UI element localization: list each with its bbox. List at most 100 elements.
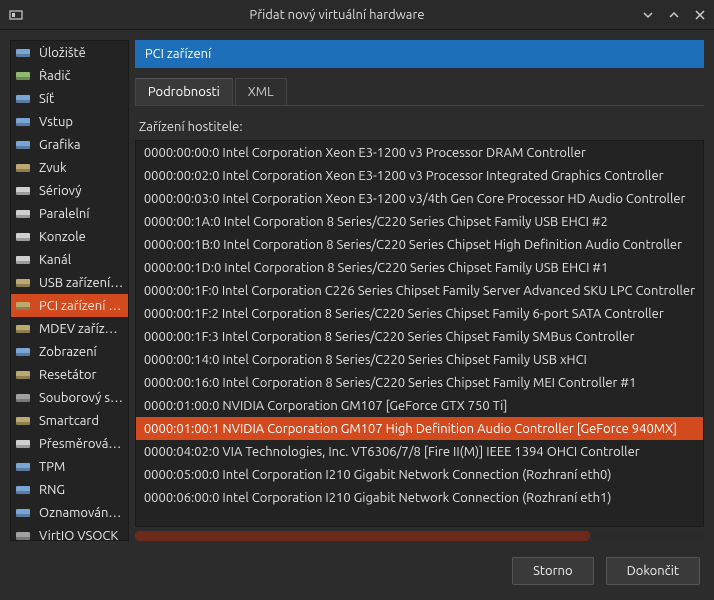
sidebar-item-console[interactable]: Konzole [11,225,128,248]
sidebar-item-label: VirtIO VSOCK [39,529,124,542]
device-row[interactable]: 0000:00:14:0 Intel Corporation 8 Series/… [136,348,703,371]
filesystem-icon [15,390,31,406]
cancel-button[interactable]: Storno [512,557,593,585]
main-area: Úložiště Řadič Síť Vstup Grafika Zvuk Sériový P… [0,30,714,551]
device-row[interactable]: 0000:00:02:0 Intel Corporation Xeon E3-1… [136,164,703,187]
sidebar-item-video[interactable]: Zobrazení [11,340,128,363]
sidebar-item-mdev[interactable]: MDEV zařízení hostitele [11,317,128,340]
controller-icon [15,68,31,84]
device-row[interactable]: 0000:00:03:0 Intel Corporation Xeon E3-1… [136,187,703,210]
device-row[interactable]: 0000:00:00:0 Intel Corporation Xeon E3-1… [136,141,703,164]
sidebar-item-label: Resetátor [39,368,124,382]
sidebar-item-label: Oznamování paniky [39,506,124,520]
usb-icon [15,275,31,291]
sidebar-item-disk[interactable]: Úložiště [11,41,128,64]
video-icon [15,344,31,360]
maximize-button[interactable] [668,9,680,21]
sidebar-item-tpm[interactable]: TPM [11,455,128,478]
device-row[interactable]: 0000:01:00:0 NVIDIA Corporation GM107 [G… [136,394,703,417]
sidebar-item-label: Přesměrování USB [39,437,124,451]
console-icon [15,229,31,245]
sidebar-item-label: TPM [39,460,124,474]
sidebar-item-filesystem[interactable]: Souborový systém [11,386,128,409]
sidebar-item-label: USB zařízení hostitele [39,276,124,290]
sidebar-item-panic[interactable]: Oznamování paniky [11,501,128,524]
finish-button[interactable]: Dokončit [606,557,700,585]
sidebar-item-label: Sériový [39,184,124,198]
tab-podrobnosti[interactable]: Podrobnosti [135,78,233,105]
sidebar-item-label: Smartcard [39,414,124,428]
device-row[interactable]: 0000:05:00:0 Intel Corporation I210 Giga… [136,463,703,486]
app-icon [8,7,24,23]
window-title: Přidat nový virtuální hardware [32,8,642,22]
device-row[interactable]: 0000:06:00:0 Intel Corporation I210 Giga… [136,486,703,509]
device-row[interactable]: 0000:04:02:0 VIA Technologies, Inc. VT63… [136,440,703,463]
device-row[interactable]: 0000:00:16:0 Intel Corporation 8 Series/… [136,371,703,394]
sidebar-item-label: RNG [39,483,124,497]
disk-icon [15,45,31,61]
sidebar-item-usbredir[interactable]: Přesměrování USB [11,432,128,455]
sidebar-item-channel[interactable]: Kanál [11,248,128,271]
sidebar-item-label: Síť [39,92,124,106]
dialog-footer: Storno Dokončit [0,551,714,590]
device-row[interactable]: 0000:00:1F:2 Intel Corporation 8 Series/… [136,302,703,325]
rng-icon [15,482,31,498]
sidebar-item-label: Souborový systém [39,391,124,405]
sidebar-item-label: Řadič [39,69,124,83]
channel-icon [15,252,31,268]
tab-bar: PodrobnostiXML [135,78,704,106]
sidebar-item-smartcard[interactable]: Smartcard [11,409,128,432]
sidebar-item-label: MDEV zařízení hostitele [39,322,124,336]
device-row[interactable]: 0000:01:00:1 NVIDIA Corporation GM107 Hi… [136,417,703,440]
sidebar-item-label: Vstup [39,115,124,129]
content-title: PCI zařízení [135,40,704,68]
sidebar-item-label: Grafika [39,138,124,152]
device-row[interactable]: 0000:00:1A:0 Intel Corporation 8 Series/… [136,210,703,233]
sidebar-item-label: Konzole [39,230,124,244]
device-row[interactable]: 0000:00:1D:0 Intel Corporation 8 Series/… [136,256,703,279]
close-button[interactable] [694,9,706,21]
vsock-icon [15,528,31,542]
mdev-icon [15,321,31,337]
sidebar-item-watchdog[interactable]: Resetátor [11,363,128,386]
hardware-type-list[interactable]: Úložiště Řadič Síť Vstup Grafika Zvuk Sériový P… [10,40,129,541]
sidebar-item-display[interactable]: Grafika [11,133,128,156]
device-row[interactable]: 0000:00:1F:0 Intel Corporation C226 Seri… [136,279,703,302]
watchdog-icon [15,367,31,383]
sidebar-item-vsock[interactable]: VirtIO VSOCK [11,524,128,541]
sidebar-item-label: Zvuk [39,161,124,175]
minimize-button[interactable] [642,9,654,21]
panic-icon [15,505,31,521]
display-icon [15,137,31,153]
host-device-list[interactable]: 0000:00:00:0 Intel Corporation Xeon E3-1… [135,140,704,527]
serial-icon [15,183,31,199]
sidebar-item-pci[interactable]: PCI zařízení hostitele [11,294,128,317]
pci-icon [15,298,31,314]
scrollbar-thumb[interactable] [135,531,590,541]
smartcard-icon [15,413,31,429]
sidebar-item-label: Paralelní [39,207,124,221]
sidebar-item-controller[interactable]: Řadič [11,64,128,87]
sidebar-item-parallel[interactable]: Paralelní [11,202,128,225]
host-device-label: Zařízení hostitele: [139,120,704,134]
window-controls [642,9,706,21]
tab-xml[interactable]: XML [235,78,287,105]
sidebar-item-rng[interactable]: RNG [11,478,128,501]
parallel-icon [15,206,31,222]
sidebar-item-label: Zobrazení [39,345,124,359]
content-panel: PCI zařízení PodrobnostiXML Zařízení hos… [135,40,704,541]
sound-icon [15,160,31,176]
sidebar-item-serial[interactable]: Sériový [11,179,128,202]
device-row[interactable]: 0000:00:1B:0 Intel Corporation 8 Series/… [136,233,703,256]
sidebar-item-label: Kanál [39,253,124,267]
network-icon [15,91,31,107]
sidebar-item-usb[interactable]: USB zařízení hostitele [11,271,128,294]
titlebar: Přidat nový virtuální hardware [0,0,714,30]
usbredir-icon [15,436,31,452]
sidebar-item-sound[interactable]: Zvuk [11,156,128,179]
device-row[interactable]: 0000:00:1F:3 Intel Corporation 8 Series/… [136,325,703,348]
horizontal-scrollbar[interactable] [135,531,704,541]
sidebar-item-input[interactable]: Vstup [11,110,128,133]
sidebar-item-network[interactable]: Síť [11,87,128,110]
tpm-icon [15,459,31,475]
